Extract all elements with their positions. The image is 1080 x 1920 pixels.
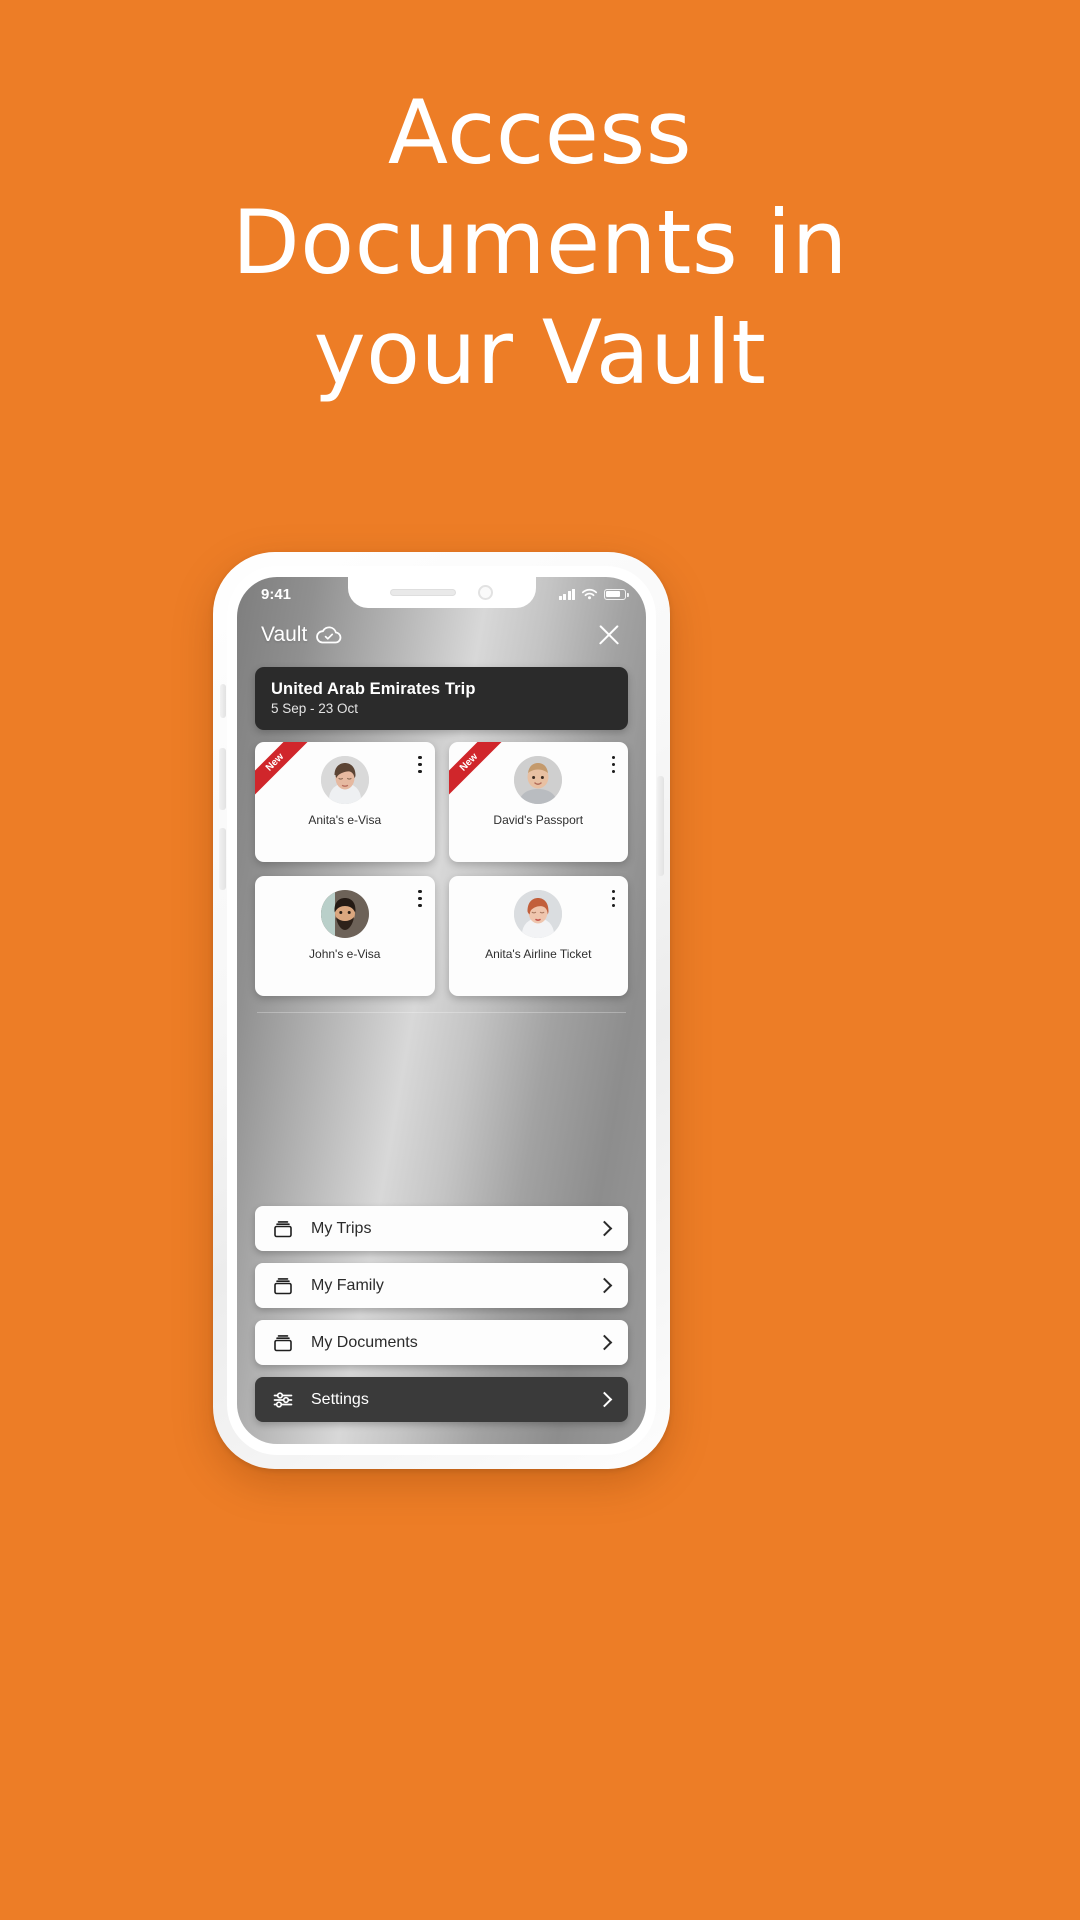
avatar — [320, 890, 369, 938]
menu-item-my-trips[interactable]: My Trips — [255, 1206, 628, 1251]
trip-dates: 5 Sep - 23 Oct — [271, 701, 359, 716]
trip-title: United Arab Emirates Trip — [271, 680, 476, 698]
status-bar-time: 9:41 — [261, 585, 292, 603]
document-card[interactable]: New — [255, 742, 435, 862]
archive-box-icon — [270, 1216, 296, 1242]
phone-screen: 9:41 Vault United Arab Emirates Trip 5 S… — [237, 577, 646, 1444]
mute-switch[interactable] — [220, 684, 226, 718]
cloud-check-icon — [316, 626, 342, 644]
new-badge-label: New — [255, 742, 314, 802]
battery-icon — [604, 588, 629, 600]
menu-item-label: Settings — [311, 1390, 369, 1408]
headline-line-3: your Vault — [313, 301, 767, 404]
menu-item-my-documents[interactable]: My Documents — [255, 1320, 628, 1365]
avatar — [514, 756, 563, 804]
volume-up-button[interactable] — [219, 748, 226, 810]
headline-line-1: Access — [387, 81, 693, 184]
card-menu-icon[interactable] — [611, 756, 615, 774]
phone-notch — [347, 577, 536, 608]
avatar — [514, 890, 563, 938]
phone-body: 9:41 Vault United Arab Emirates Trip 5 S… — [219, 566, 664, 1455]
menu-item-my-family[interactable]: My Family — [255, 1263, 628, 1308]
document-label: John's e-Visa — [309, 947, 381, 961]
wifi-icon — [581, 588, 598, 599]
chevron-right-icon — [596, 1391, 613, 1408]
document-grid: New Anita's e-Visa New David's Passport … — [255, 742, 628, 996]
app-title: Vault — [261, 623, 308, 646]
menu-item-settings[interactable]: Settings — [255, 1377, 628, 1422]
chevron-right-icon — [596, 1277, 613, 1294]
document-card[interactable]: Anita's Airline Ticket — [448, 876, 628, 996]
card-menu-icon[interactable] — [611, 890, 615, 908]
chevron-right-icon — [596, 1334, 613, 1351]
front-camera-icon — [478, 585, 493, 600]
new-badge-ribbon: New — [255, 742, 317, 804]
menu-item-label: My Trips — [311, 1219, 372, 1237]
archive-box-icon — [270, 1273, 296, 1299]
vault-title-group: Vault — [261, 623, 343, 647]
card-menu-icon[interactable] — [418, 890, 422, 908]
document-label: Anita's Airline Ticket — [485, 947, 592, 961]
app-header: Vault — [237, 611, 646, 659]
volume-down-button[interactable] — [219, 828, 226, 890]
document-label: David's Passport — [493, 813, 584, 827]
signal-bars-icon — [558, 588, 575, 600]
page-headline: Access Documents in your Vault — [0, 78, 1080, 408]
sliders-icon — [270, 1387, 296, 1413]
power-button[interactable] — [657, 776, 664, 876]
document-card[interactable]: New — [448, 742, 628, 862]
new-badge-ribbon: New — [448, 742, 511, 804]
avatar — [320, 756, 369, 804]
menu-item-label: My Documents — [311, 1333, 418, 1351]
status-bar-icons — [558, 588, 629, 601]
content-divider — [257, 1012, 626, 1013]
close-icon[interactable] — [594, 620, 624, 650]
headline-line-2: Documents in — [232, 191, 848, 294]
archive-box-icon — [270, 1330, 296, 1356]
earpiece-speaker — [390, 589, 456, 596]
document-card[interactable]: John's e-Visa — [255, 876, 435, 996]
bottom-menu: My Trips My Family My Documents Settings — [255, 1206, 628, 1422]
chevron-right-icon — [596, 1220, 613, 1237]
vault-content: United Arab Emirates Trip 5 Sep - 23 Oct… — [237, 659, 646, 1013]
phone-mockup: 9:41 Vault United Arab Emirates Trip 5 S… — [213, 552, 670, 1469]
card-menu-icon[interactable] — [418, 756, 422, 774]
document-label: Anita's e-Visa — [308, 813, 382, 827]
trip-card[interactable]: United Arab Emirates Trip 5 Sep - 23 Oct — [255, 667, 628, 730]
new-badge-label: New — [448, 742, 508, 802]
menu-item-label: My Family — [311, 1276, 384, 1294]
